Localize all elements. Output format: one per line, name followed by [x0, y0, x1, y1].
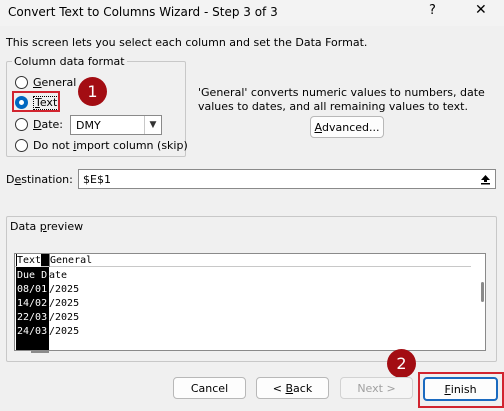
preview-cell-selected: 14/02 [17, 298, 48, 309]
horizontal-scrollbar[interactable] [31, 351, 49, 353]
preview-header-row: Text General [15, 254, 471, 267]
preview-cell: /2025 [49, 284, 80, 295]
intro-text: This screen lets you select each column … [6, 36, 368, 49]
close-icon[interactable]: ✕ [475, 2, 487, 18]
data-preview-pane[interactable]: Text General Due D ate 08/01 /2025 14/02… [14, 253, 486, 351]
radio-skip[interactable] [15, 139, 28, 152]
preview-row: 24/03 /2025 [15, 325, 471, 338]
finish-button-highlight [418, 372, 504, 408]
format-description: 'General' converts numeric values to num… [198, 86, 485, 113]
help-icon[interactable]: ? [429, 3, 436, 18]
preview-cell-selected: 22/03 [17, 312, 48, 323]
radio-date-label[interactable]: Date: [33, 118, 63, 131]
preview-cell: ate [49, 270, 68, 281]
date-format-select[interactable]: DMY ▼ [70, 115, 162, 135]
preview-row: 14/02 /2025 [15, 297, 471, 310]
preview-row: Due D ate [15, 269, 471, 282]
callout-2: 2 [387, 349, 416, 378]
window-title: Convert Text to Columns Wizard - Step 3 … [8, 5, 278, 19]
cancel-button[interactable]: Cancel [173, 377, 246, 399]
preview-cell: /2025 [49, 312, 80, 323]
advanced-button[interactable]: Advanced... [310, 116, 384, 138]
preview-cell: /2025 [49, 326, 80, 337]
preview-cell-selected: 24/03 [17, 326, 48, 337]
collapse-dialog-icon[interactable] [478, 172, 493, 186]
destination-input[interactable]: $E$1 [78, 169, 496, 189]
callout-1: 1 [78, 77, 107, 106]
destination-label: Destination: [6, 173, 73, 186]
preview-cell-selected: Due D [17, 270, 48, 281]
column-format-legend: Column data format [12, 55, 127, 68]
title-bar: Convert Text to Columns Wizard - Step 3 … [0, 0, 504, 26]
text-option-highlight [12, 91, 60, 112]
back-button[interactable]: < Back [256, 377, 329, 399]
column-header-general[interactable]: General [50, 254, 92, 267]
radio-date[interactable] [15, 118, 28, 131]
radio-general-label[interactable]: General [33, 76, 76, 89]
preview-cell-selected: 08/01 [17, 284, 48, 295]
column-header-text[interactable]: Text [17, 254, 42, 267]
next-button[interactable]: Next > [340, 377, 413, 399]
preview-row: 22/03 /2025 [15, 311, 471, 324]
data-preview-legend: Data preview [10, 220, 84, 233]
radio-skip-label[interactable]: Do not import column (skip) [33, 139, 188, 152]
preview-cell: /2025 [49, 298, 80, 309]
vertical-scrollbar[interactable] [481, 282, 484, 302]
chevron-down-icon[interactable]: ▼ [144, 116, 161, 134]
destination-value: $E$1 [83, 173, 111, 186]
preview-row: 08/01 /2025 [15, 283, 471, 296]
radio-general[interactable] [15, 76, 28, 89]
date-format-value: DMY [76, 119, 101, 132]
